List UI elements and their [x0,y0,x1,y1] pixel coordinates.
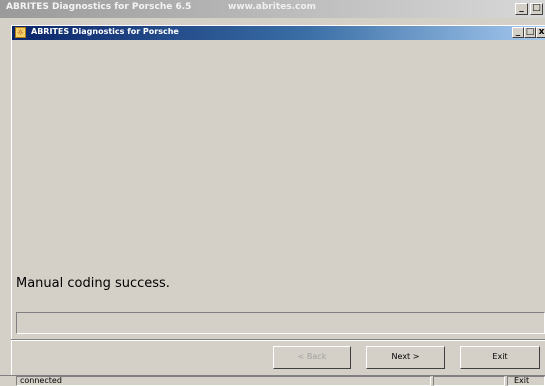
inner-minimize-button[interactable]: _ [512,27,524,38]
next-button[interactable]: Next > [366,346,445,369]
outer-window-title: ABRITES Diagnostics for Porsche 6.5 [6,2,192,12]
status-bar: connected Exit [0,375,545,386]
back-button[interactable]: < Back [273,346,351,369]
outer-title-bar[interactable]: ABRITES Diagnostics for Porsche 6.5 www.… [0,0,545,18]
app-icon: ☼ [15,27,26,38]
outer-window-url: www.abrites.com [228,2,316,12]
progress-bar [16,312,545,334]
status-message: Manual coding success. [16,276,170,291]
divider [11,339,545,341]
inner-title-bar[interactable]: ☼ ABRITES Diagnostics for Porsche _ □ x [12,26,545,40]
inner-close-button[interactable]: x [536,27,545,38]
outer-maximize-button[interactable]: □ [530,3,543,15]
inner-window-title: ABRITES Diagnostics for Porsche [31,27,179,36]
inner-maximize-button[interactable]: □ [524,27,536,38]
exit-button[interactable]: Exit [460,346,540,369]
outer-minimize-button[interactable]: _ [515,3,528,15]
